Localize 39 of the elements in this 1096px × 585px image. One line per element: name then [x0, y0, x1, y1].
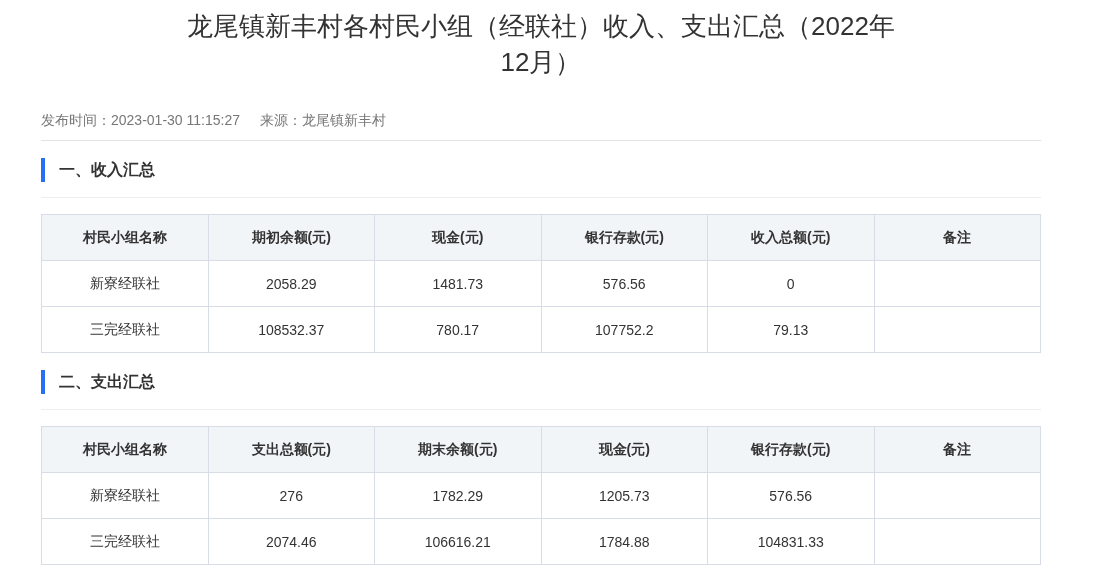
column-header: 银行存款(元) [707, 426, 874, 473]
table-cell: 新寮经联社 [41, 472, 208, 519]
publish-time: 发布时间：2023-01-30 11:15:27 [41, 112, 240, 130]
column-header: 村民小组名称 [41, 426, 208, 473]
table-cell: 2074.46 [208, 518, 375, 565]
column-header: 现金(元) [541, 426, 708, 473]
table-cell: 106616.21 [374, 518, 541, 565]
table-cell: 0 [707, 260, 874, 307]
table-cell: 108532.37 [208, 306, 375, 353]
column-header: 期末余额(元) [374, 426, 541, 473]
table-cell: 三完经联社 [41, 518, 208, 565]
article-title: 龙尾镇新丰村各村民小组（经联社）收入、支出汇总（2022年12月） [186, 10, 896, 79]
table-cell: 107752.2 [541, 306, 708, 353]
table-cell: 104831.33 [707, 518, 874, 565]
column-header: 备注 [874, 426, 1041, 473]
heading-marker [41, 370, 45, 394]
table-cell: 79.13 [707, 306, 874, 353]
column-header: 银行存款(元) [541, 214, 708, 261]
table-cell: 576.56 [541, 260, 708, 307]
table-cell: 780.17 [374, 306, 541, 353]
section-heading: 二、支出汇总 [59, 371, 155, 392]
table-cell: 276 [208, 472, 375, 519]
column-header: 备注 [874, 214, 1041, 261]
table-cell: 1784.88 [541, 518, 708, 565]
table-cell: 三完经联社 [41, 306, 208, 353]
table-cell: 1481.73 [374, 260, 541, 307]
column-header: 收入总额(元) [707, 214, 874, 261]
column-header: 现金(元) [374, 214, 541, 261]
column-header: 支出总额(元) [208, 426, 375, 473]
table-cell: 2058.29 [208, 260, 375, 307]
table-cell: 新寮经联社 [41, 260, 208, 307]
column-header: 村民小组名称 [41, 214, 208, 261]
section-heading: 一、收入汇总 [59, 159, 155, 180]
table-cell: 1205.73 [541, 472, 708, 519]
column-header: 期初余额(元) [208, 214, 375, 261]
source-text: 来源：龙尾镇新丰村 [259, 112, 386, 130]
table-cell: 576.56 [707, 472, 874, 519]
heading-marker [41, 158, 45, 182]
table-cell: 1782.29 [374, 472, 541, 519]
